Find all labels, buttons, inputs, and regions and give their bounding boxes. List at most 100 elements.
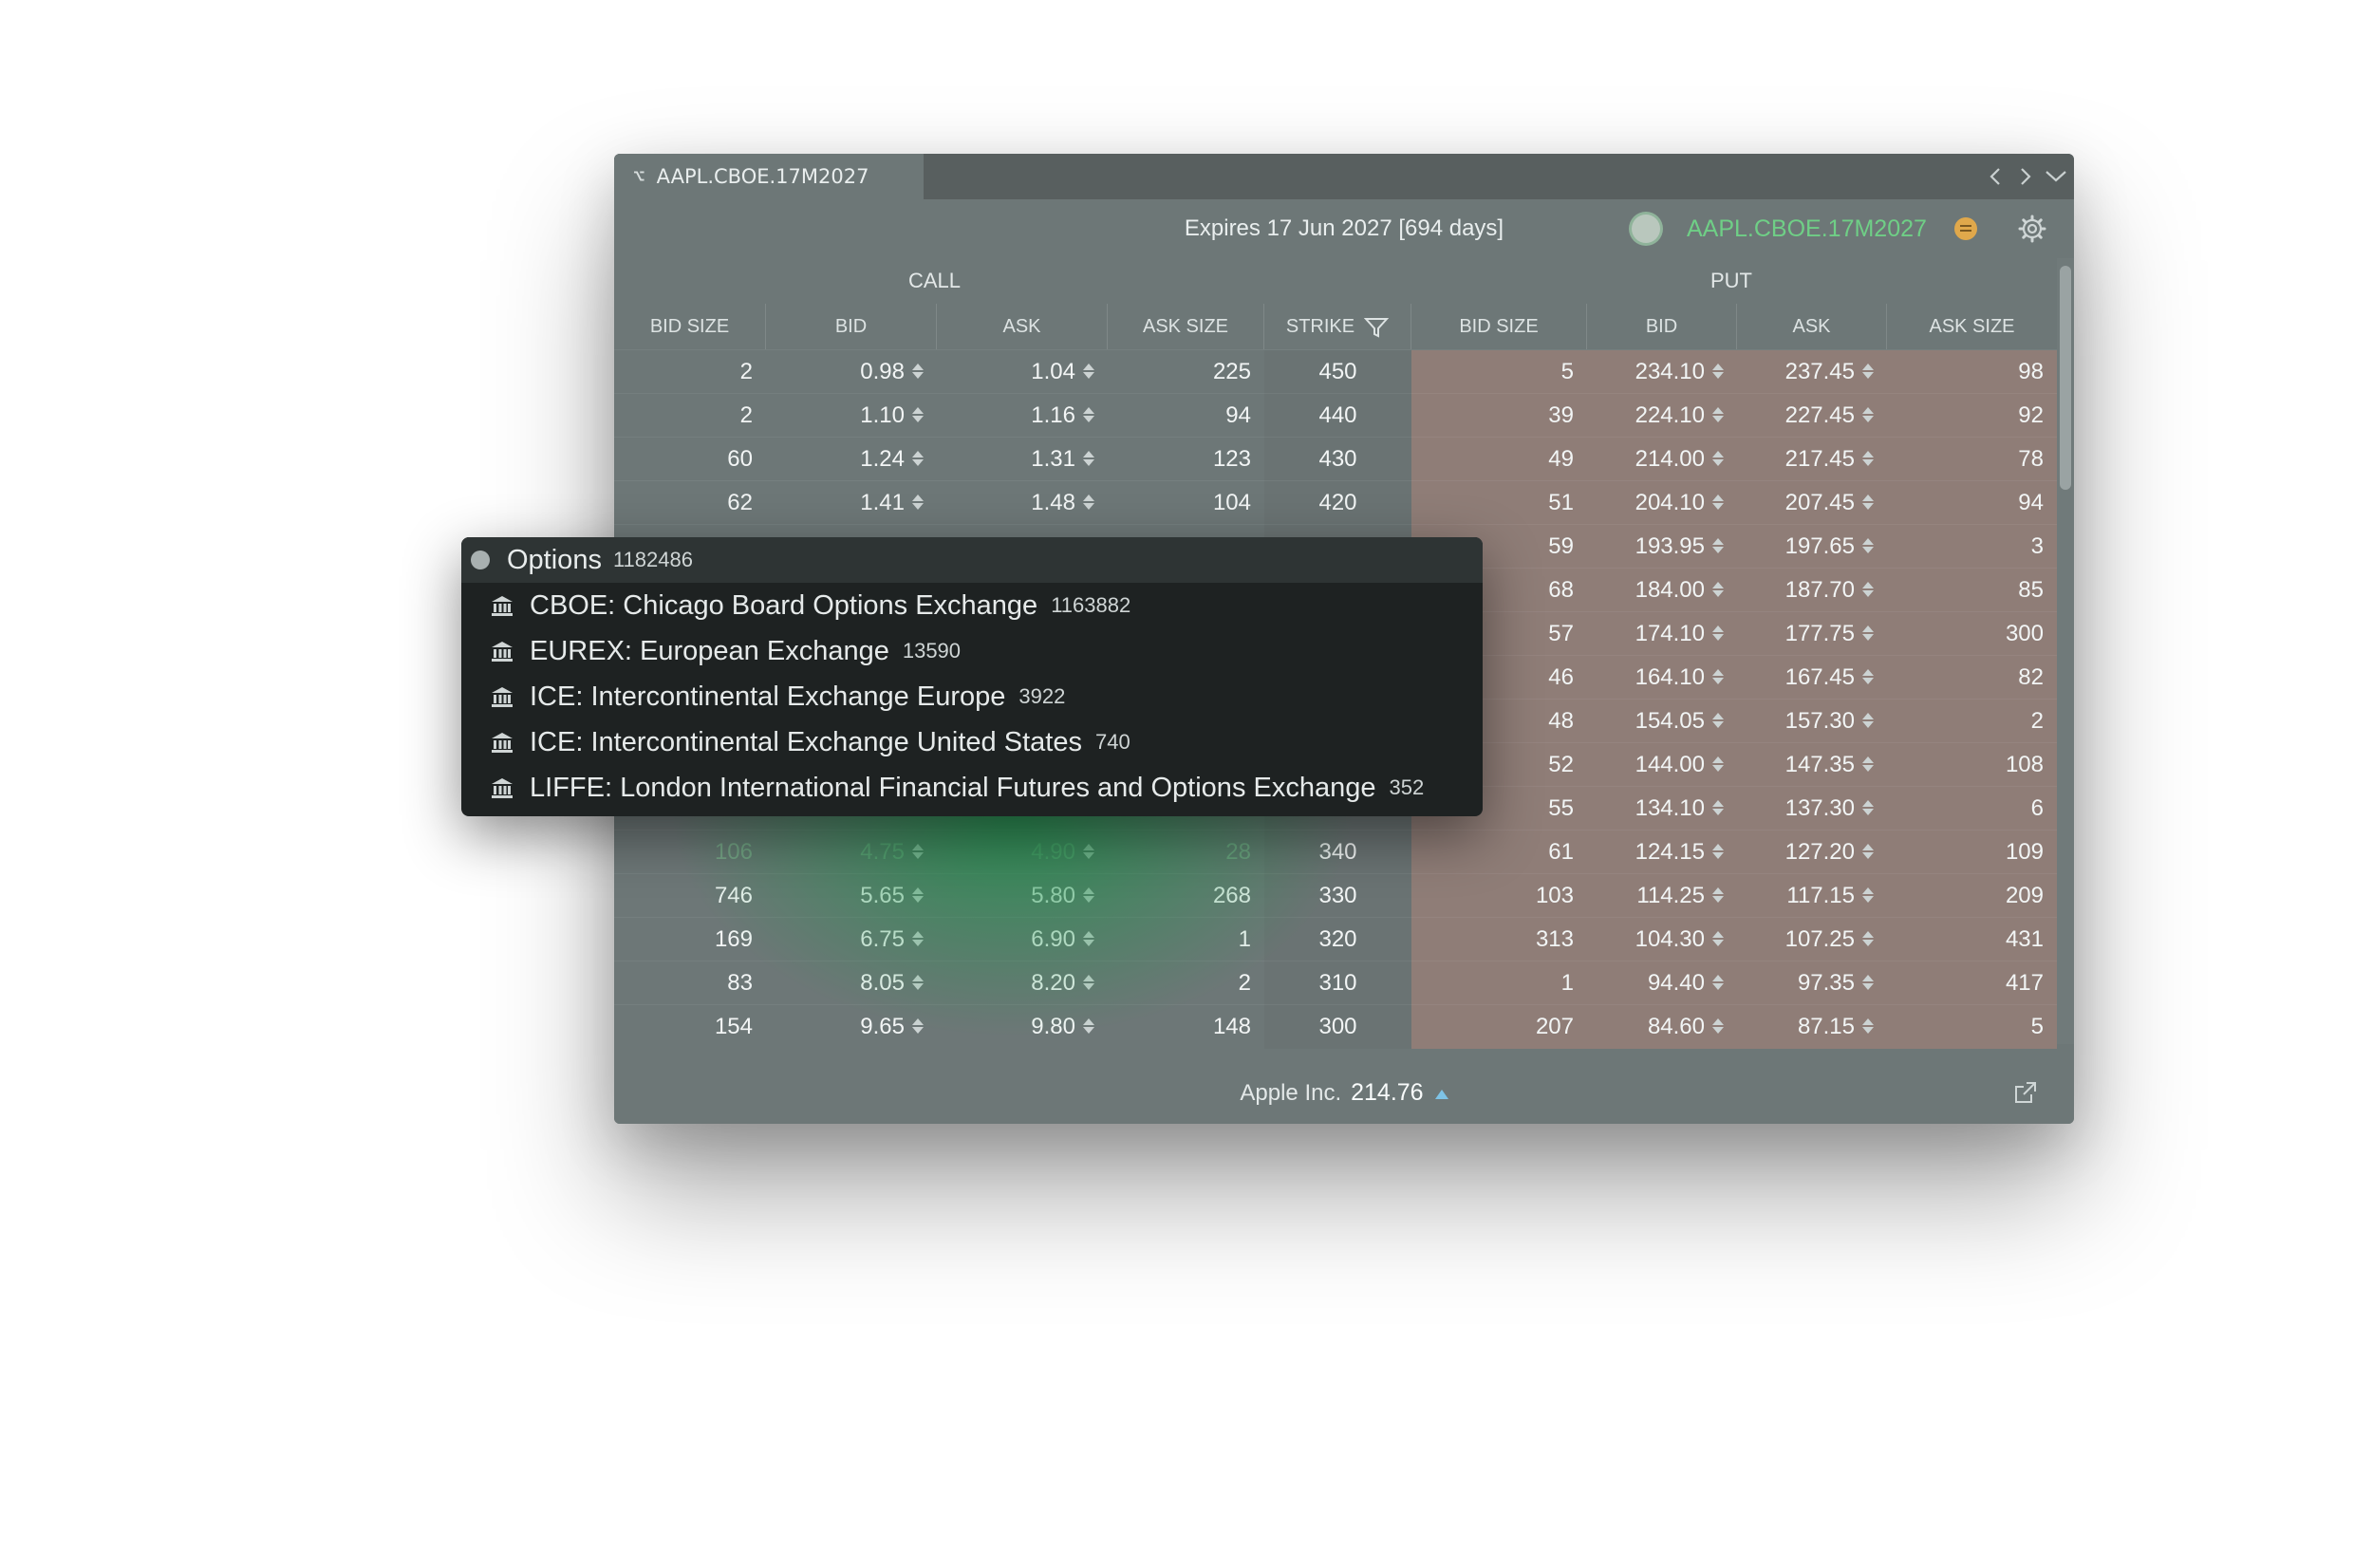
col-call-bid-size[interactable]: BID SIZE bbox=[614, 304, 766, 349]
cell-pa[interactable]: 97.35 bbox=[1737, 961, 1887, 1005]
col-call-bid[interactable]: BID bbox=[766, 304, 937, 349]
cell-value: 169 bbox=[714, 926, 753, 952]
sort-arrows-icon bbox=[912, 974, 924, 990]
table-row[interactable]: 60 1.24 1.31 123 430 49 214.00 217.45 78 bbox=[614, 437, 2057, 481]
cell-pb[interactable]: 94.40 bbox=[1587, 961, 1737, 1005]
dropdown-item[interactable]: EUREX: European Exchange 13590 bbox=[461, 628, 1483, 674]
cell-ca[interactable]: 4.90 bbox=[937, 831, 1108, 874]
scrollbar-thumb[interactable] bbox=[2060, 266, 2071, 490]
cell-pb[interactable]: 234.10 bbox=[1587, 350, 1737, 394]
cell-pb[interactable]: 214.00 bbox=[1587, 438, 1737, 481]
popout-icon[interactable] bbox=[2013, 1080, 2038, 1105]
cell-pb[interactable]: 114.25 bbox=[1587, 874, 1737, 918]
cell-value: 193.95 bbox=[1635, 533, 1705, 559]
cell-value: 61 bbox=[1548, 839, 1574, 865]
dropdown-header-options[interactable]: Options 1182486 bbox=[461, 537, 1483, 583]
cell-value: 164.10 bbox=[1635, 664, 1705, 690]
col-call-ask[interactable]: ASK bbox=[937, 304, 1108, 349]
cell-pa[interactable]: 167.45 bbox=[1737, 656, 1887, 700]
col-put-ask[interactable]: ASK bbox=[1737, 304, 1887, 349]
cell-ca[interactable]: 5.80 bbox=[937, 874, 1108, 918]
table-row[interactable]: 2 0.98 1.04 225 450 5 234.10 237.45 98 bbox=[614, 349, 2057, 394]
cell-pb[interactable]: 144.00 bbox=[1587, 743, 1737, 787]
cell-pb[interactable]: 164.10 bbox=[1587, 656, 1737, 700]
cell-pb[interactable]: 154.05 bbox=[1587, 700, 1737, 743]
cell-ca[interactable]: 6.90 bbox=[937, 918, 1108, 961]
cell-pas: 108 bbox=[1887, 743, 2057, 787]
cell-ca[interactable]: 9.80 bbox=[937, 1005, 1108, 1049]
cell-cb[interactable]: 6.75 bbox=[766, 918, 937, 961]
col-put-ask-size[interactable]: ASK SIZE bbox=[1887, 304, 2057, 349]
cell-cb[interactable]: 4.75 bbox=[766, 831, 937, 874]
cell-ca[interactable]: 1.16 bbox=[937, 394, 1108, 438]
cell-pb[interactable]: 204.10 bbox=[1587, 481, 1737, 525]
cell-pb[interactable]: 104.30 bbox=[1587, 918, 1737, 961]
cell-pa[interactable]: 87.15 bbox=[1737, 1005, 1887, 1049]
cell-cb[interactable]: 1.41 bbox=[766, 481, 937, 525]
cell-pa[interactable]: 227.45 bbox=[1737, 394, 1887, 438]
cell-pb[interactable]: 124.15 bbox=[1587, 831, 1737, 874]
dropdown-item[interactable]: CBOE: Chicago Board Options Exchange 1163… bbox=[461, 583, 1483, 628]
dropdown-item[interactable]: LIFFE: London International Financial Fu… bbox=[461, 765, 1483, 811]
cell-pb[interactable]: 184.00 bbox=[1587, 569, 1737, 612]
cell-pa[interactable]: 237.45 bbox=[1737, 350, 1887, 394]
dropdown-item[interactable]: ICE: Intercontinental Exchange United St… bbox=[461, 719, 1483, 765]
cell-cb[interactable]: 8.05 bbox=[766, 961, 937, 1005]
col-strike[interactable]: STRIKE bbox=[1264, 304, 1411, 349]
cell-value: 174.10 bbox=[1635, 621, 1705, 646]
cell-cb[interactable]: 1.10 bbox=[766, 394, 937, 438]
cell-ca[interactable]: 1.31 bbox=[937, 438, 1108, 481]
cell-cb[interactable]: 1.24 bbox=[766, 438, 937, 481]
cell-pa[interactable]: 197.65 bbox=[1737, 525, 1887, 569]
cell-pb[interactable]: 193.95 bbox=[1587, 525, 1737, 569]
cell-pb[interactable]: 174.10 bbox=[1587, 612, 1737, 656]
cell-pb[interactable]: 84.60 bbox=[1587, 1005, 1737, 1049]
cell-value: 5.65 bbox=[860, 883, 905, 908]
table-row[interactable]: 62 1.41 1.48 104 420 51 204.10 207.45 94 bbox=[614, 480, 2057, 525]
cell-cb[interactable]: 0.98 bbox=[766, 350, 937, 394]
cell-pa[interactable]: 147.35 bbox=[1737, 743, 1887, 787]
chevron-right-icon[interactable] bbox=[2011, 163, 2040, 190]
cell-strike: 340 bbox=[1264, 831, 1411, 874]
sort-arrows-icon bbox=[1862, 363, 1874, 379]
tab-option-chain[interactable]: ⌥ AAPL.CBOE.17M2027 bbox=[614, 154, 924, 199]
cell-value: 85 bbox=[2018, 577, 2044, 603]
coin-icon[interactable] bbox=[1954, 217, 1977, 240]
cell-value: 430 bbox=[1318, 446, 1357, 472]
cell-strike: 320 bbox=[1264, 918, 1411, 961]
chevron-left-icon[interactable] bbox=[1981, 163, 2009, 190]
cell-pa[interactable]: 107.25 bbox=[1737, 918, 1887, 961]
cell-pa[interactable]: 127.20 bbox=[1737, 831, 1887, 874]
cell-ca[interactable]: 1.04 bbox=[937, 350, 1108, 394]
cell-cb[interactable]: 9.65 bbox=[766, 1005, 937, 1049]
cell-pa[interactable]: 217.45 bbox=[1737, 438, 1887, 481]
col-call-ask-size[interactable]: ASK SIZE bbox=[1108, 304, 1264, 349]
table-row[interactable]: 83 8.05 8.20 2 310 1 94.40 97.35 417 bbox=[614, 961, 2057, 1005]
cell-pa[interactable]: 157.30 bbox=[1737, 700, 1887, 743]
table-row[interactable]: 169 6.75 6.90 1 320 313 104.30 107.25 431 bbox=[614, 917, 2057, 961]
table-row[interactable]: 746 5.65 5.80 268 330 103 114.25 117.15 209 bbox=[614, 873, 2057, 918]
chevron-down-icon[interactable] bbox=[2042, 163, 2070, 190]
table-row[interactable]: 106 4.75 4.90 28 340 61 124.15 127.20 109 bbox=[614, 830, 2057, 874]
table-row[interactable]: 2 1.10 1.16 94 440 39 224.10 227.45 92 bbox=[614, 393, 2057, 438]
cell-pb[interactable]: 134.10 bbox=[1587, 787, 1737, 831]
cell-ca[interactable]: 8.20 bbox=[937, 961, 1108, 1005]
col-put-bid[interactable]: BID bbox=[1587, 304, 1737, 349]
filter-icon[interactable] bbox=[1364, 317, 1390, 338]
cell-value: 134.10 bbox=[1635, 795, 1705, 821]
dropdown-item[interactable]: ICE: Intercontinental Exchange Europe 392… bbox=[461, 674, 1483, 719]
cell-pa[interactable]: 207.45 bbox=[1737, 481, 1887, 525]
gear-icon[interactable] bbox=[2017, 214, 2047, 244]
cell-pb[interactable]: 224.10 bbox=[1587, 394, 1737, 438]
cell-pa[interactable]: 187.70 bbox=[1737, 569, 1887, 612]
symbol-link[interactable]: AAPL.CBOE.17M2027 bbox=[1687, 199, 1927, 258]
cell-cb[interactable]: 5.65 bbox=[766, 874, 937, 918]
cell-ca[interactable]: 1.48 bbox=[937, 481, 1108, 525]
cell-pa[interactable]: 177.75 bbox=[1737, 612, 1887, 656]
cell-cbs: 60 bbox=[614, 438, 766, 481]
col-put-bid-size[interactable]: BID SIZE bbox=[1411, 304, 1587, 349]
table-row[interactable]: 154 9.65 9.80 148 300 207 84.60 87.15 5 bbox=[614, 1004, 2057, 1049]
cell-pa[interactable]: 117.15 bbox=[1737, 874, 1887, 918]
cell-pa[interactable]: 137.30 bbox=[1737, 787, 1887, 831]
cell-pbs: 39 bbox=[1411, 394, 1587, 438]
